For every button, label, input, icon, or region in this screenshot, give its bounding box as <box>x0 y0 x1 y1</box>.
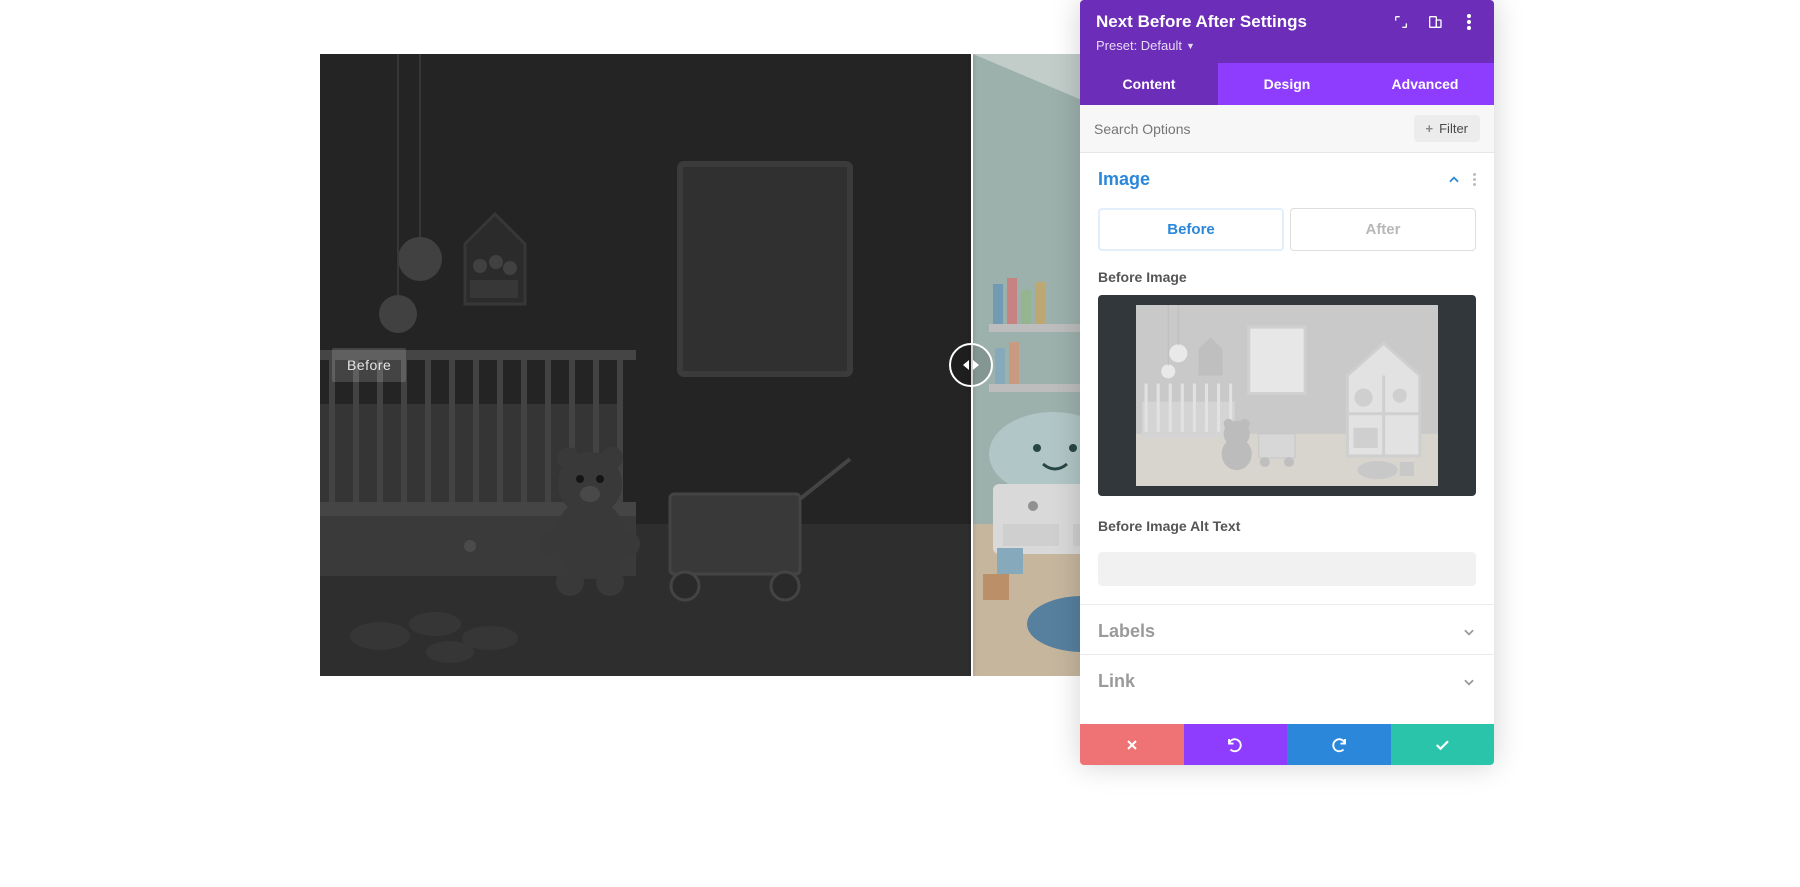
section-labels-header[interactable]: Labels <box>1080 605 1494 654</box>
section-link-header[interactable]: Link <box>1080 655 1494 704</box>
panel-title: Next Before After Settings <box>1096 12 1307 32</box>
before-badge: Before <box>332 348 406 382</box>
alt-text-input[interactable] <box>1098 552 1476 586</box>
responsive-icon[interactable] <box>1426 13 1444 31</box>
expand-icon[interactable] <box>1392 13 1410 31</box>
before-image-label: Before Image <box>1098 269 1476 285</box>
tab-content[interactable]: Content <box>1080 63 1218 105</box>
filter-label: Filter <box>1439 121 1468 136</box>
preset-label: Preset: Default <box>1096 38 1182 53</box>
before-after-module[interactable]: Before <box>320 54 1080 676</box>
tab-design[interactable]: Design <box>1218 63 1356 105</box>
plus-icon: + <box>1426 121 1434 136</box>
tab-advanced[interactable]: Advanced <box>1356 63 1494 105</box>
subtab-after[interactable]: After <box>1290 208 1476 251</box>
save-button[interactable] <box>1391 724 1495 765</box>
redo-button[interactable] <box>1287 724 1391 765</box>
editor-canvas: Before <box>0 0 1080 887</box>
chevron-down-icon <box>1462 675 1476 689</box>
more-icon[interactable] <box>1460 13 1478 31</box>
subtab-before[interactable]: Before <box>1098 208 1284 251</box>
search-bar: + Filter <box>1080 105 1494 153</box>
section-image-title: Image <box>1098 169 1150 190</box>
section-link-title: Link <box>1098 671 1135 692</box>
panel-footer <box>1080 724 1494 765</box>
cancel-button[interactable] <box>1080 724 1184 765</box>
before-image-picker[interactable] <box>1098 295 1476 496</box>
section-image-body: Before After Before Image <box>1080 208 1494 604</box>
section-labels-title: Labels <box>1098 621 1155 642</box>
main-tabs: Content Design Advanced <box>1080 63 1494 105</box>
panel-body: Image Before After Before Image <box>1080 153 1494 724</box>
section-image-header[interactable]: Image <box>1080 153 1494 202</box>
settings-panel: Next Before After Settings Preset: Defau… <box>1080 0 1494 765</box>
chevron-down-icon: ▼ <box>1186 41 1195 51</box>
chevron-up-icon <box>1447 173 1461 187</box>
panel-header: Next Before After Settings Preset: Defau… <box>1080 0 1494 63</box>
search-input[interactable] <box>1094 121 1404 137</box>
chevron-down-icon <box>1462 625 1476 639</box>
section-more-icon[interactable] <box>1473 173 1476 186</box>
filter-button[interactable]: + Filter <box>1414 115 1480 142</box>
preset-dropdown[interactable]: Preset: Default ▼ <box>1096 38 1478 53</box>
slider-handle-icon[interactable] <box>949 343 993 387</box>
alt-text-label: Before Image Alt Text <box>1098 518 1476 534</box>
undo-button[interactable] <box>1184 724 1288 765</box>
before-pane <box>320 54 971 676</box>
